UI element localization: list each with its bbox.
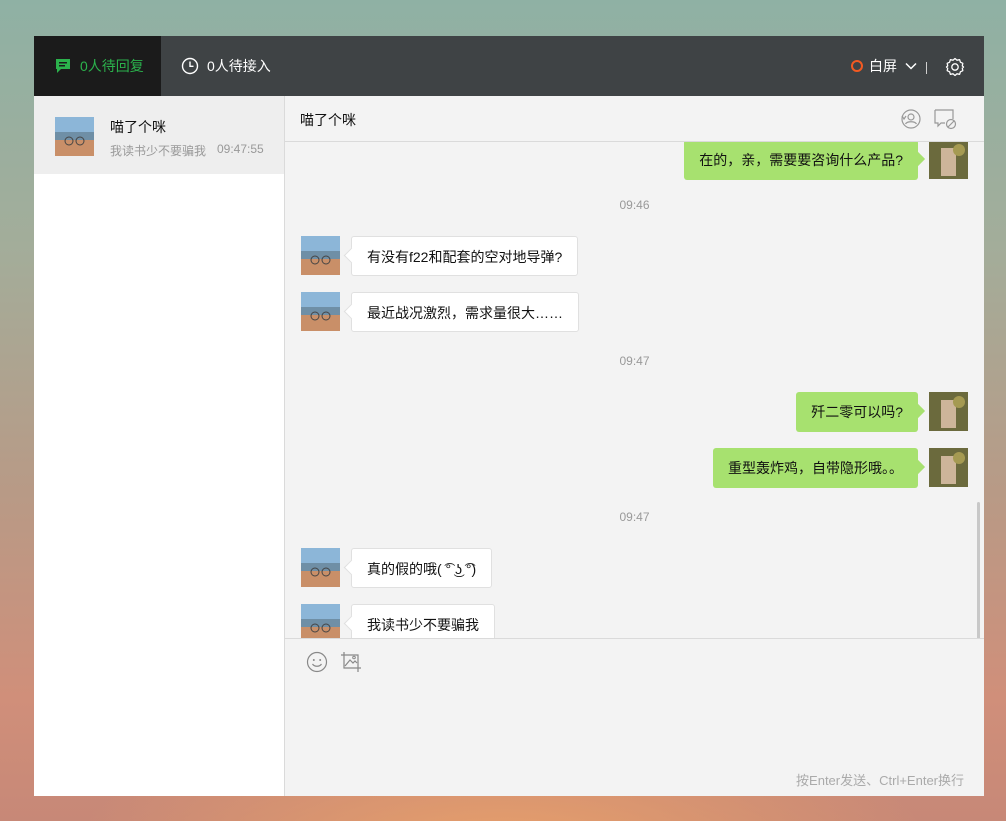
outgoing-message: 歼二零可以吗? <box>796 392 918 432</box>
last-message: 我读书少不要骗我 <box>110 144 207 158</box>
agent-avatar <box>929 142 968 179</box>
outgoing-message: 重型轰炸鸡，自带隐形哦。。 <box>713 448 918 488</box>
conversation-item[interactable]: 喵了个咪 我读书少不要骗我 09:47:55 <box>34 96 284 174</box>
message-list: 在的，亲，需要要咨询什么产品? 09:46 有没有f22和配套的空对地导弹? 最… <box>285 142 984 638</box>
message-row: 我读书少不要骗我 <box>285 604 984 638</box>
scrollbar[interactable] <box>977 502 980 638</box>
message-time: 09:47:55 <box>217 142 264 156</box>
emoji-icon[interactable] <box>306 651 328 673</box>
customer-avatar <box>301 604 340 638</box>
message-row: 真的假的哦( ͡° ͜ʖ ͡°) <box>285 548 984 588</box>
contact-name: 喵了个咪 <box>110 119 166 135</box>
chat-window: 0人待回复 0人待接入 白屏 喵了个咪 我读书少不要骗我 09:47:55 喵了… <box>34 36 984 796</box>
incoming-message: 最近战况激烈，需求量很大…… <box>351 292 579 332</box>
chevron-down-icon <box>905 62 917 70</box>
message-input-area[interactable]: 按Enter发送、Ctrl+Enter换行 <box>285 638 984 796</box>
top-bar: 0人待回复 0人待接入 白屏 <box>34 36 984 96</box>
outgoing-message: 在的，亲，需要要咨询什么产品? <box>684 142 918 180</box>
end-chat-icon[interactable] <box>933 108 957 130</box>
tab-pending-reply[interactable]: 0人待回复 <box>34 36 161 96</box>
image-icon[interactable] <box>340 651 362 673</box>
message-row: 在的，亲，需要要咨询什么产品? <box>285 142 984 180</box>
conversation-list: 喵了个咪 我读书少不要骗我 09:47:55 <box>34 96 285 796</box>
timestamp: 09:46 <box>619 198 650 212</box>
message-row: 最近战况激烈，需求量很大…… <box>285 292 984 332</box>
tab-pending-accept[interactable]: 0人待接入 <box>181 36 271 96</box>
status-indicator-icon <box>851 60 863 72</box>
status-dropdown[interactable]: 白屏 <box>851 36 918 96</box>
message-row: 重型轰炸鸡，自带隐形哦。。 <box>285 448 984 488</box>
customer-avatar <box>301 548 340 587</box>
incoming-message: 我读书少不要骗我 <box>351 604 495 638</box>
chat-bubble-icon <box>56 59 70 73</box>
incoming-message: 真的假的哦( ͡° ͜ʖ ͡°) <box>351 548 493 588</box>
input-hint: 按Enter发送、Ctrl+Enter换行 <box>796 773 964 788</box>
incoming-message: 有没有f22和配套的空对地导弹? <box>351 236 579 276</box>
agent-avatar <box>929 448 968 487</box>
agent-avatar <box>929 392 968 431</box>
avatar <box>55 117 94 156</box>
transfer-user-icon[interactable] <box>899 108 923 130</box>
divider <box>926 62 927 74</box>
message-row: 歼二零可以吗? <box>285 392 984 432</box>
gear-icon[interactable] <box>945 57 965 77</box>
message-row: 有没有f22和配套的空对地导弹? <box>285 236 984 276</box>
customer-avatar <box>301 236 340 275</box>
chat-panel: 喵了个咪 在的，亲，需要要咨询什么产品? 09:46 有没有f22和配套的空对地… <box>285 96 984 796</box>
tab-label: 0人待回复 <box>80 58 144 74</box>
clock-icon <box>181 57 199 75</box>
timestamp: 09:47 <box>619 510 650 524</box>
chat-header: 喵了个咪 <box>285 96 984 142</box>
status-label: 白屏 <box>869 58 897 74</box>
tab-label: 0人待接入 <box>207 58 271 74</box>
chat-title: 喵了个咪 <box>300 112 356 128</box>
customer-avatar <box>301 292 340 331</box>
timestamp: 09:47 <box>619 354 650 368</box>
